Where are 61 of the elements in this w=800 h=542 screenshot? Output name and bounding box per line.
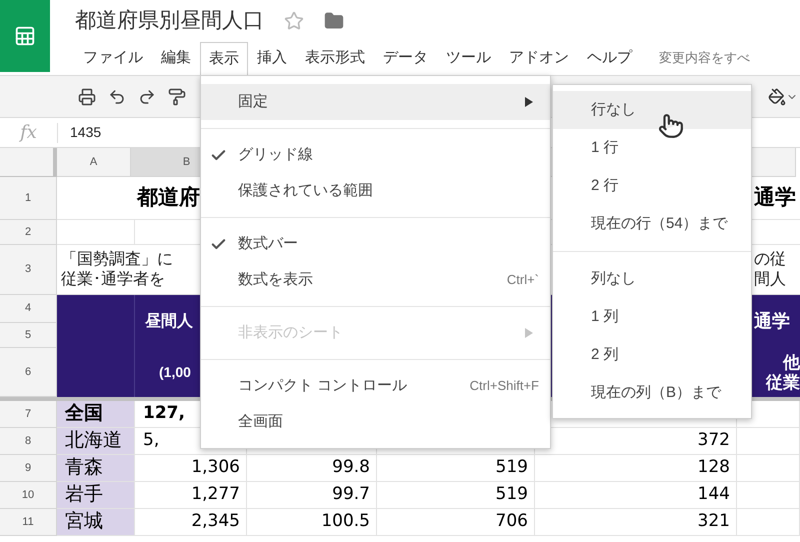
table-cell: 99.7 bbox=[247, 482, 377, 509]
column-heading: 通学 bbox=[753, 310, 791, 333]
row-number[interactable]: 7 bbox=[24, 406, 32, 422]
table-cell: 706 bbox=[377, 509, 535, 536]
table-cell: 2,345 bbox=[135, 509, 247, 536]
table-cell: 1,277 bbox=[135, 482, 247, 509]
table-cell: 128 bbox=[535, 455, 737, 482]
save-status: 変更内容をすべ bbox=[659, 48, 750, 66]
menu-item[interactable]: 行なし bbox=[553, 91, 751, 129]
menu-item[interactable]: 現在の列（B）まで bbox=[553, 374, 751, 412]
table-cell: 北海道 bbox=[57, 428, 135, 455]
menu-tab[interactable]: 挿入 bbox=[248, 42, 296, 75]
menu-tab[interactable]: ヘルプ bbox=[578, 42, 641, 75]
menu-tab[interactable]: 表示形式 bbox=[296, 42, 374, 75]
menu-item[interactable]: 2 列 bbox=[553, 336, 751, 374]
row-number[interactable]: 10 bbox=[22, 486, 34, 504]
row-number[interactable]: 4 bbox=[24, 300, 32, 317]
column-heading: (1,00 bbox=[158, 363, 192, 382]
row-number[interactable]: 11 bbox=[22, 514, 34, 530]
table-cell: 全国 bbox=[57, 401, 135, 428]
table-cell: 144 bbox=[535, 482, 737, 509]
table-cell: 99.8 bbox=[247, 455, 377, 482]
note-text: 「国勢調査」に 従業･通学者を bbox=[60, 250, 174, 290]
menu-item[interactable]: 固定 bbox=[201, 84, 550, 120]
table-cell: 1,306 bbox=[135, 455, 247, 482]
table-cell: 青森 bbox=[57, 455, 135, 482]
column-header[interactable]: A bbox=[57, 148, 131, 177]
note-text: の従 間人 bbox=[753, 250, 787, 290]
menu-tab[interactable]: ファイル bbox=[74, 42, 152, 75]
sheet-title-text: 通学 bbox=[754, 185, 796, 212]
menu-tab[interactable]: ツール bbox=[437, 42, 500, 75]
menu-item[interactable]: 1 列 bbox=[553, 298, 751, 336]
row-number[interactable]: 2 bbox=[24, 224, 32, 240]
menu-item[interactable]: 1 行 bbox=[553, 129, 751, 167]
table-cell: 100.5 bbox=[247, 509, 377, 536]
menu-tab[interactable]: 表示 bbox=[200, 42, 248, 75]
document-title[interactable]: 都道府県別昼間人口 bbox=[75, 5, 264, 37]
table-cell: 519 bbox=[377, 455, 535, 482]
row-number[interactable]: 9 bbox=[24, 460, 32, 476]
table-cell: 宮城 bbox=[57, 509, 135, 536]
menu-item[interactable]: 列なし bbox=[553, 260, 751, 298]
row-number[interactable]: 1 bbox=[24, 190, 32, 206]
menu-tab[interactable]: アドオン bbox=[500, 42, 578, 75]
menu-tab[interactable]: 編集 bbox=[152, 42, 200, 75]
menu-item[interactable]: 数式を表示 Ctrl+` bbox=[201, 262, 550, 298]
row-number[interactable]: 3 bbox=[24, 261, 32, 278]
table-cell: 519 bbox=[377, 482, 535, 509]
formula-label: fx bbox=[20, 121, 37, 145]
table-cell: 321 bbox=[535, 509, 737, 536]
menu-item[interactable]: コンパクト コントロール Ctrl+Shift+F bbox=[201, 368, 550, 404]
menu-item[interactable]: 現在の行（54）まで bbox=[553, 205, 751, 243]
menu-item[interactable]: 2 行 bbox=[553, 167, 751, 205]
sheet-title-text: 都道府 bbox=[137, 184, 200, 212]
column-heading: 他 従業 bbox=[764, 352, 800, 392]
menu-tab[interactable]: データ bbox=[374, 42, 437, 75]
row-number[interactable]: 5 bbox=[24, 326, 32, 344]
menu-item[interactable]: 数式バー bbox=[201, 226, 550, 262]
row-number[interactable]: 8 bbox=[24, 432, 32, 450]
table-cell: 岩手 bbox=[57, 482, 135, 509]
row-number[interactable]: 6 bbox=[24, 364, 32, 380]
column-heading: 昼間人 bbox=[144, 312, 194, 332]
